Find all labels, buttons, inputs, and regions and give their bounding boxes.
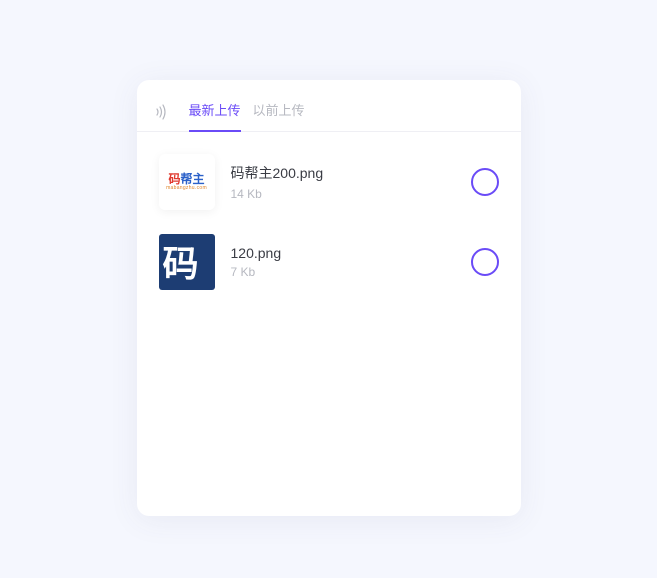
file-meta: 码帮主200.png 14 Kb bbox=[231, 163, 455, 201]
file-row: 码 120.png 7 Kb bbox=[153, 222, 505, 302]
file-row: 码帮主 mabangzhu.com 码帮主200.png 14 Kb bbox=[153, 142, 505, 222]
file-thumbnail: 码 bbox=[159, 234, 215, 290]
file-name: 码帮主200.png bbox=[231, 163, 455, 183]
tab-previous-uploads[interactable]: 以前上传 bbox=[253, 92, 305, 131]
tab-recent-uploads[interactable]: 最新上传 bbox=[189, 92, 241, 131]
file-size: 14 Kb bbox=[231, 187, 455, 201]
tabs-header: 最新上传 以前上传 bbox=[137, 80, 521, 131]
file-size: 7 Kb bbox=[231, 265, 455, 279]
file-list: 码帮主 mabangzhu.com 码帮主200.png 14 Kb 码 120… bbox=[137, 132, 521, 312]
select-button[interactable] bbox=[471, 168, 499, 196]
file-meta: 120.png 7 Kb bbox=[231, 245, 455, 279]
upload-card: 最新上传 以前上传 码帮主 mabangzhu.com 码帮主200.png 1… bbox=[137, 80, 521, 516]
file-thumbnail: 码帮主 mabangzhu.com bbox=[159, 154, 215, 210]
select-button[interactable] bbox=[471, 248, 499, 276]
file-name: 120.png bbox=[231, 245, 455, 261]
sound-wave-icon bbox=[155, 103, 175, 121]
